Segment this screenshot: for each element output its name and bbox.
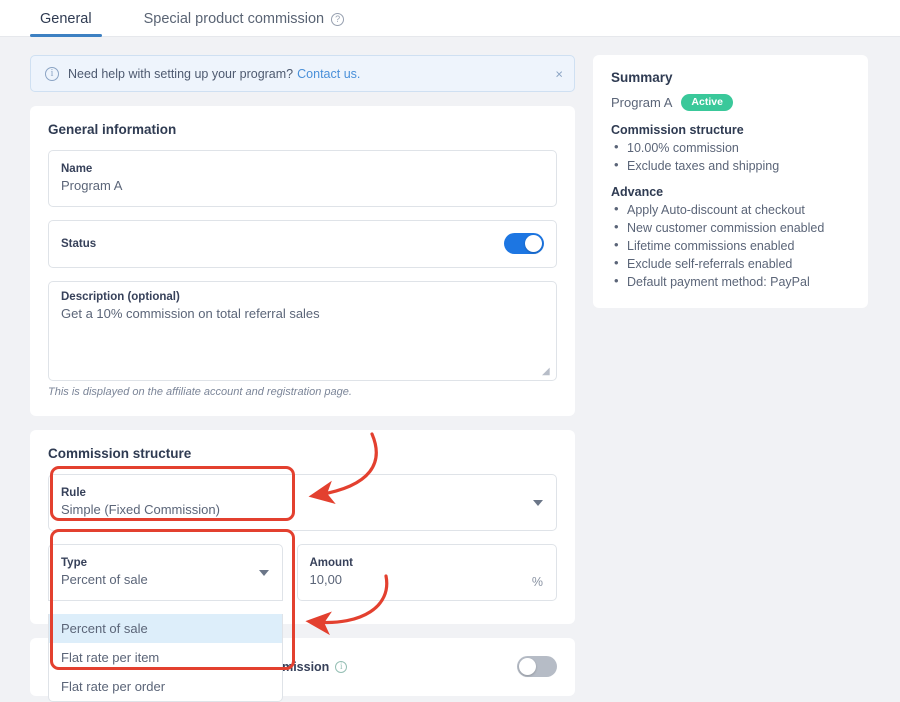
summary-list-commission-structure: 10.00% commission Exclude taxes and ship… (611, 138, 852, 175)
help-circle-icon[interactable]: ? (331, 12, 345, 26)
chevron-down-icon[interactable] (258, 569, 269, 576)
summary-section-heading-commission-structure: Commission structure (611, 122, 744, 137)
resize-handle-icon[interactable]: ◢ (542, 367, 552, 377)
summary-panel: Summary Program A Active Commission stru… (593, 55, 868, 309)
rule-value: Simple (Fixed Commission) (61, 502, 220, 517)
list-item: Exclude self-referrals enabled (611, 254, 852, 273)
list-item: Default payment method: PayPal (611, 272, 852, 291)
name-field[interactable]: Name Program A (48, 150, 557, 207)
summary-title: Summary (611, 70, 673, 85)
type-option-flat-rate-per-order[interactable]: Flat rate per order (49, 672, 282, 701)
type-option-percent-of-sale[interactable]: Percent of sale (49, 614, 282, 643)
type-select-wrapper: Type Percent of sale Percent of sale Fla… (48, 544, 283, 702)
status-label: Status (61, 237, 97, 250)
tab-general[interactable]: General (30, 11, 102, 37)
tab-special-product-commission[interactable]: Special product commission ? (134, 11, 355, 36)
tab-bar: General Special product commission ? (0, 0, 900, 37)
description-value: Get a 10% commission on total referral s… (61, 306, 320, 321)
help-banner: i Need help with setting up your program… (30, 55, 575, 92)
amount-value: 10,00 (309, 572, 343, 587)
page-body: i Need help with setting up your program… (0, 37, 900, 702)
info-circle-icon[interactable]: i (335, 660, 348, 673)
list-item: New customer commission enabled (611, 218, 852, 237)
tab-general-label: General (40, 11, 92, 27)
status-badge: Active (681, 94, 733, 111)
status-toggle[interactable] (504, 233, 544, 254)
name-value: Program A (61, 178, 123, 193)
type-select[interactable]: Type Percent of sale (48, 544, 283, 601)
amount-field[interactable]: Amount 10,00 % (296, 544, 557, 601)
chevron-down-icon[interactable] (533, 499, 543, 506)
name-label: Name (61, 163, 93, 175)
info-circle-icon: i (45, 66, 59, 81)
general-information-title: General information (48, 122, 177, 137)
amount-suffix: % (531, 575, 543, 589)
summary-program-name: Program A (611, 94, 673, 110)
type-label: Type (61, 557, 87, 569)
status-field: Status (48, 220, 557, 268)
summary-list-advance: Apply Auto-discount at checkout New cust… (611, 200, 852, 292)
type-option-flat-rate-per-item[interactable]: Flat rate per item (49, 643, 282, 672)
description-helper-text: This is displayed on the affiliate accou… (48, 386, 352, 398)
general-information-card: General information Name Program A Statu… (30, 106, 575, 416)
tab-special-product-commission-label: Special product commission (143, 11, 325, 27)
type-value: Percent of sale (61, 572, 148, 587)
rule-select[interactable]: Rule Simple (Fixed Commission) (48, 474, 557, 531)
type-options-list: Percent of sale Flat rate per item Flat … (48, 614, 283, 702)
summary-section-heading-advance: Advance (611, 184, 664, 199)
exclude-products-toggle-knob (519, 658, 536, 675)
list-item: Lifetime commissions enabled (611, 236, 852, 255)
description-field[interactable]: Description (optional) Get a 10% commiss… (48, 281, 557, 381)
description-label: Description (optional) (61, 291, 180, 303)
summary-program-line: Program A Active (611, 94, 852, 111)
list-item: 10.00% commission (611, 138, 852, 157)
left-column: i Need help with setting up your program… (30, 55, 575, 702)
help-banner-text: Need help with setting up your program? (68, 66, 294, 81)
commission-structure-title: Commission structure (48, 446, 192, 461)
type-amount-row: Type Percent of sale Percent of sale Fla… (48, 544, 557, 702)
status-toggle-knob (525, 235, 542, 252)
contact-us-link[interactable]: Contact us. (297, 67, 360, 81)
amount-label: Amount (309, 557, 353, 569)
commission-structure-card: Commission structure Rule Simple (Fixed … (30, 430, 575, 702)
exclude-products-toggle[interactable] (517, 656, 557, 677)
list-item: Apply Auto-discount at checkout (611, 200, 852, 219)
rule-label: Rule (61, 487, 86, 499)
list-item: Exclude taxes and shipping (611, 156, 852, 175)
right-column: Summary Program A Active Commission stru… (593, 55, 868, 696)
close-icon[interactable]: × (555, 67, 563, 80)
